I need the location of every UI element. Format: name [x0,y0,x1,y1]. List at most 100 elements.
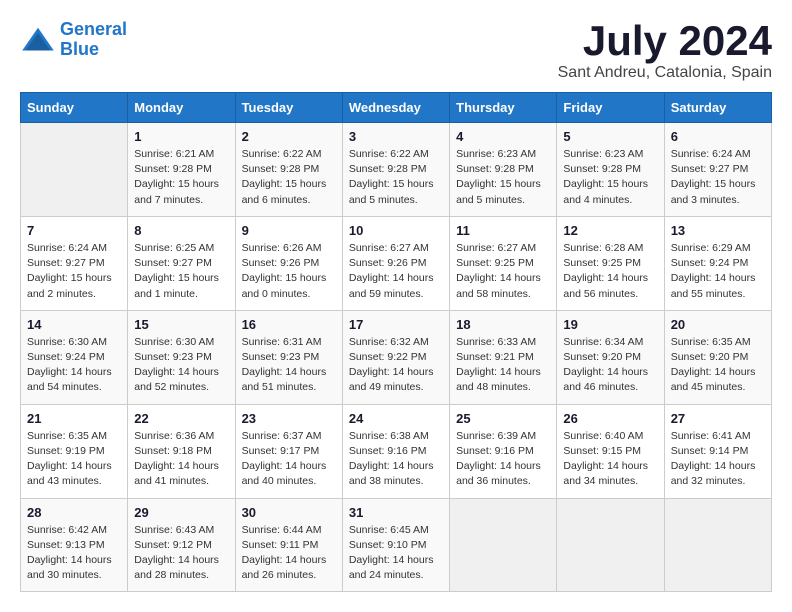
day-number: 12 [563,223,657,238]
logo-text: General Blue [60,20,127,60]
calendar-cell: 5 Sunrise: 6:23 AM Sunset: 9:28 PM Daylig… [557,123,664,217]
calendar-cell: 12 Sunrise: 6:28 AM Sunset: 9:25 PM Dayli… [557,216,664,310]
logo: General Blue [20,20,127,60]
day-info: Sunrise: 6:40 AM Sunset: 9:15 PM Dayligh… [563,429,657,490]
day-info: Sunrise: 6:30 AM Sunset: 9:24 PM Dayligh… [27,335,121,396]
day-number: 26 [563,411,657,426]
day-info: Sunrise: 6:45 AM Sunset: 9:10 PM Dayligh… [349,523,443,584]
day-number: 16 [242,317,336,332]
day-number: 31 [349,505,443,520]
day-number: 2 [242,129,336,144]
logo-icon [20,26,56,54]
title-block: July 2024 Sant Andreu, Catalonia, Spain [558,20,772,82]
calendar-cell: 2 Sunrise: 6:22 AM Sunset: 9:28 PM Daylig… [235,123,342,217]
day-info: Sunrise: 6:23 AM Sunset: 9:28 PM Dayligh… [456,147,550,208]
calendar-cell: 28 Sunrise: 6:42 AM Sunset: 9:13 PM Dayli… [21,498,128,592]
day-info: Sunrise: 6:22 AM Sunset: 9:28 PM Dayligh… [242,147,336,208]
day-info: Sunrise: 6:23 AM Sunset: 9:28 PM Dayligh… [563,147,657,208]
day-number: 27 [671,411,765,426]
day-info: Sunrise: 6:32 AM Sunset: 9:22 PM Dayligh… [349,335,443,396]
day-number: 18 [456,317,550,332]
weekday-header-row: SundayMondayTuesdayWednesdayThursdayFrid… [21,93,772,123]
day-number: 9 [242,223,336,238]
day-number: 4 [456,129,550,144]
day-info: Sunrise: 6:42 AM Sunset: 9:13 PM Dayligh… [27,523,121,584]
day-number: 11 [456,223,550,238]
day-info: Sunrise: 6:21 AM Sunset: 9:28 PM Dayligh… [134,147,228,208]
day-info: Sunrise: 6:34 AM Sunset: 9:20 PM Dayligh… [563,335,657,396]
day-number: 24 [349,411,443,426]
calendar-body: 1 Sunrise: 6:21 AM Sunset: 9:28 PM Daylig… [21,123,772,592]
day-number: 20 [671,317,765,332]
weekday-header-cell: Saturday [664,93,771,123]
day-number: 19 [563,317,657,332]
day-number: 1 [134,129,228,144]
weekday-header-cell: Friday [557,93,664,123]
day-info: Sunrise: 6:27 AM Sunset: 9:26 PM Dayligh… [349,241,443,302]
day-number: 28 [27,505,121,520]
calendar-week-row: 14 Sunrise: 6:30 AM Sunset: 9:24 PM Dayli… [21,310,772,404]
day-info: Sunrise: 6:22 AM Sunset: 9:28 PM Dayligh… [349,147,443,208]
calendar-week-row: 1 Sunrise: 6:21 AM Sunset: 9:28 PM Daylig… [21,123,772,217]
logo-line1: General [60,19,127,39]
calendar-cell: 9 Sunrise: 6:26 AM Sunset: 9:26 PM Daylig… [235,216,342,310]
calendar-table: SundayMondayTuesdayWednesdayThursdayFrid… [20,92,772,592]
calendar-cell: 29Sunrise: 6:43 AM Sunset: 9:12 PM Dayli… [128,498,235,592]
day-number: 22 [134,411,228,426]
calendar-cell [664,498,771,592]
calendar-cell: 10 Sunrise: 6:27 AM Sunset: 9:26 PM Dayli… [342,216,449,310]
day-number: 29 [134,505,228,520]
day-info: Sunrise: 6:38 AM Sunset: 9:16 PM Dayligh… [349,429,443,490]
day-info: Sunrise: 6:24 AM Sunset: 9:27 PM Dayligh… [27,241,121,302]
day-number: 15 [134,317,228,332]
day-info: Sunrise: 6:25 AM Sunset: 9:27 PM Dayligh… [134,241,228,302]
day-number: 5 [563,129,657,144]
day-info: Sunrise: 6:37 AM Sunset: 9:17 PM Dayligh… [242,429,336,490]
calendar-cell: 22 Sunrise: 6:36 AM Sunset: 9:18 PM Dayli… [128,404,235,498]
calendar-cell [450,498,557,592]
weekday-header-cell: Monday [128,93,235,123]
calendar-header: SundayMondayTuesdayWednesdayThursdayFrid… [21,93,772,123]
day-number: 23 [242,411,336,426]
day-number: 8 [134,223,228,238]
day-info: Sunrise: 6:39 AM Sunset: 9:16 PM Dayligh… [456,429,550,490]
page-header: General Blue July 2024 Sant Andreu, Cata… [20,20,772,82]
day-number: 25 [456,411,550,426]
calendar-week-row: 28 Sunrise: 6:42 AM Sunset: 9:13 PM Dayli… [21,498,772,592]
weekday-header-cell: Wednesday [342,93,449,123]
calendar-cell: 15Sunrise: 6:30 AM Sunset: 9:23 PM Dayli… [128,310,235,404]
day-info: Sunrise: 6:35 AM Sunset: 9:20 PM Dayligh… [671,335,765,396]
calendar-cell: 7 Sunrise: 6:24 AM Sunset: 9:27 PM Daylig… [21,216,128,310]
day-number: 21 [27,411,121,426]
weekday-header-cell: Thursday [450,93,557,123]
day-number: 7 [27,223,121,238]
day-info: Sunrise: 6:31 AM Sunset: 9:23 PM Dayligh… [242,335,336,396]
calendar-cell: 30Sunrise: 6:44 AM Sunset: 9:11 PM Dayli… [235,498,342,592]
day-number: 17 [349,317,443,332]
day-info: Sunrise: 6:28 AM Sunset: 9:25 PM Dayligh… [563,241,657,302]
calendar-cell: 18Sunrise: 6:33 AM Sunset: 9:21 PM Dayli… [450,310,557,404]
calendar-cell: 13Sunrise: 6:29 AM Sunset: 9:24 PM Dayli… [664,216,771,310]
calendar-cell: 1 Sunrise: 6:21 AM Sunset: 9:28 PM Daylig… [128,123,235,217]
day-number: 10 [349,223,443,238]
calendar-cell: 6 Sunrise: 6:24 AM Sunset: 9:27 PM Daylig… [664,123,771,217]
calendar-week-row: 21Sunrise: 6:35 AM Sunset: 9:19 PM Dayli… [21,404,772,498]
calendar-cell: 20 Sunrise: 6:35 AM Sunset: 9:20 PM Dayli… [664,310,771,404]
calendar-week-row: 7 Sunrise: 6:24 AM Sunset: 9:27 PM Daylig… [21,216,772,310]
calendar-cell: 23 Sunrise: 6:37 AM Sunset: 9:17 PM Dayli… [235,404,342,498]
day-info: Sunrise: 6:27 AM Sunset: 9:25 PM Dayligh… [456,241,550,302]
calendar-cell: 11 Sunrise: 6:27 AM Sunset: 9:25 PM Dayli… [450,216,557,310]
day-info: Sunrise: 6:24 AM Sunset: 9:27 PM Dayligh… [671,147,765,208]
day-info: Sunrise: 6:26 AM Sunset: 9:26 PM Dayligh… [242,241,336,302]
calendar-cell [21,123,128,217]
calendar-cell: 14 Sunrise: 6:30 AM Sunset: 9:24 PM Dayli… [21,310,128,404]
day-number: 13 [671,223,765,238]
day-info: Sunrise: 6:36 AM Sunset: 9:18 PM Dayligh… [134,429,228,490]
day-number: 6 [671,129,765,144]
day-number: 30 [242,505,336,520]
calendar-cell: 27Sunrise: 6:41 AM Sunset: 9:14 PM Dayli… [664,404,771,498]
weekday-header-cell: Tuesday [235,93,342,123]
day-number: 14 [27,317,121,332]
month-title: July 2024 [558,20,772,62]
calendar-cell: 31 Sunrise: 6:45 AM Sunset: 9:10 PM Dayli… [342,498,449,592]
